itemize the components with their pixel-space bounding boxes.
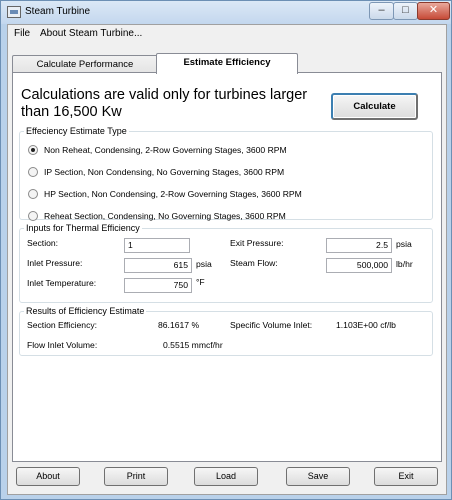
estimate-efficiency-panel: Calculations are valid only for turbines…	[12, 72, 442, 462]
flow-inlet-volume-value: 0.5515 mmcf/hr	[163, 340, 223, 350]
calculate-button[interactable]: Calculate	[331, 93, 418, 120]
inlet-temperature-input[interactable]: 750	[124, 278, 192, 293]
radio-label: Non Reheat, Condensing, 2-Row Governing …	[44, 145, 287, 155]
inlet-temperature-unit: °F	[196, 277, 205, 287]
exit-pressure-input[interactable]: 2.5	[326, 238, 392, 253]
client-area: File About Steam Turbine... Calculate Pe…	[7, 24, 447, 495]
section-input[interactable]: 1	[124, 238, 190, 253]
inlet-pressure-input[interactable]: 615	[124, 258, 192, 273]
save-button[interactable]: Save	[286, 467, 350, 486]
minimize-button[interactable]: –	[369, 2, 394, 20]
maximize-button[interactable]: □	[393, 2, 418, 20]
exit-pressure-label: Exit Pressure:	[230, 238, 284, 248]
inlet-pressure-unit: psia	[196, 259, 212, 269]
close-button[interactable]: ✕	[417, 2, 450, 20]
section-efficiency-value: 86.1617 %	[158, 320, 200, 330]
title-bar[interactable]: Steam Turbine – □ ✕	[1, 1, 451, 24]
radio-button[interactable]	[28, 167, 38, 177]
print-button[interactable]: Print	[104, 467, 168, 486]
validity-notice: Calculations are valid only for turbines…	[21, 87, 308, 120]
inlet-pressure-label: Inlet Pressure:	[27, 258, 83, 268]
tab-estimate-efficiency[interactable]: Estimate Efficiency	[156, 53, 298, 74]
results-group: Results of Efficiency Estimate Section E…	[19, 306, 433, 356]
steam-flow-input[interactable]: 500,000	[326, 258, 392, 273]
exit-pressure-unit: psia	[396, 239, 412, 249]
steam-flow-label: Steam Flow:	[230, 258, 278, 268]
radio-button[interactable]	[28, 189, 38, 199]
section-label: Section:	[27, 238, 59, 248]
thermal-inputs-legend: Inputs for Thermal Efficiency	[26, 223, 140, 233]
radio-label: HP Section, Non Condensing, 2-Row Govern…	[44, 189, 302, 199]
section-efficiency-label: Section Efficiency:	[27, 320, 98, 330]
flow-inlet-volume-label: Flow Inlet Volume:	[27, 340, 98, 350]
load-button[interactable]: Load	[194, 467, 258, 486]
menu-about[interactable]: About Steam Turbine...	[40, 28, 142, 39]
steam-flow-unit: lb/hr	[396, 259, 413, 269]
specific-volume-inlet-label: Specific Volume Inlet:	[230, 320, 313, 330]
exit-button[interactable]: Exit	[374, 467, 438, 486]
inlet-temperature-label: Inlet Temperature:	[27, 278, 97, 288]
results-legend: Results of Efficiency Estimate	[26, 306, 145, 316]
thermal-inputs-group: Inputs for Thermal Efficiency Section: 1…	[19, 223, 433, 303]
efficiency-type-group: Effeciency Estimate Type Non Reheat, Con…	[19, 126, 433, 221]
efficiency-type-legend: Effeciency Estimate Type	[26, 126, 127, 136]
radio-button[interactable]	[28, 211, 38, 221]
about-button[interactable]: About	[16, 467, 80, 486]
menu-bar: File About Steam Turbine...	[8, 25, 446, 42]
window-title: Steam Turbine	[25, 6, 91, 17]
menu-file[interactable]: File	[14, 28, 30, 39]
radio-button[interactable]	[28, 145, 38, 155]
radio-label: Reheat Section, Condensing, No Governing…	[44, 211, 286, 221]
radio-label: IP Section, Non Condensing, No Governing…	[44, 167, 285, 177]
app-icon	[7, 6, 21, 18]
specific-volume-inlet-value: 1.103E+00 cf/lb	[336, 320, 396, 330]
main-window: Steam Turbine – □ ✕ File About Steam Tur…	[0, 0, 452, 500]
